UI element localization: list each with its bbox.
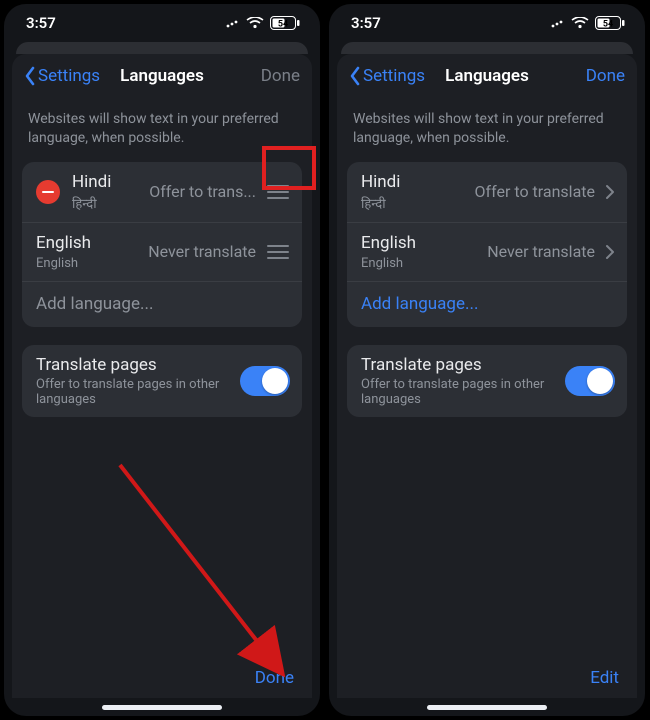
language-native: English: [361, 256, 487, 271]
status-time: 3:57: [351, 14, 381, 32]
language-row[interactable]: Hindi हिन्दी Offer to trans...: [22, 162, 302, 222]
translate-sub: Offer to translate pages in other langua…: [361, 377, 565, 407]
sheet-underlay: [16, 42, 308, 54]
status-icons: 54: [226, 16, 300, 30]
language-native: हिन्दी: [72, 194, 149, 212]
status-icons: 54: [551, 16, 625, 30]
section-hint: Websites will show text in your preferre…: [337, 98, 637, 162]
translate-group: Translate pages Offer to translate pages…: [347, 345, 627, 417]
language-setting: Never translate: [148, 242, 256, 261]
navbar: Settings Languages Done: [337, 54, 637, 98]
language-row[interactable]: English English Never translate: [347, 222, 627, 280]
toolbar-edit-button[interactable]: Edit: [590, 668, 619, 688]
battery-icon: 54: [270, 16, 300, 30]
chevron-right-icon: [605, 184, 615, 200]
signal-icon: [551, 18, 565, 28]
language-setting: Never translate: [487, 242, 595, 261]
language-native: हिन्दी: [361, 194, 475, 212]
add-language-row[interactable]: Add language...: [22, 281, 302, 327]
translate-pages-row: Translate pages Offer to translate pages…: [22, 345, 302, 417]
signal-icon: [226, 18, 240, 28]
wifi-icon: [571, 17, 589, 29]
toolbar-done-button[interactable]: Done: [255, 668, 294, 688]
language-name: English: [361, 233, 487, 253]
add-language-label: Add language...: [36, 294, 290, 314]
battery-icon: 54: [595, 16, 625, 30]
back-label: Settings: [38, 66, 100, 86]
translate-title: Translate pages: [361, 355, 565, 375]
chevron-left-icon: [24, 66, 36, 86]
translate-title: Translate pages: [36, 355, 240, 375]
back-button[interactable]: Settings: [349, 66, 425, 86]
navbar: Settings Languages Done: [12, 54, 312, 98]
reorder-icon[interactable]: [266, 185, 290, 199]
home-indicator: [427, 705, 547, 710]
language-setting: Offer to trans...: [149, 182, 256, 201]
svg-text:54: 54: [603, 20, 613, 30]
language-name: Hindi: [72, 172, 149, 192]
delete-icon[interactable]: [36, 180, 60, 204]
language-setting: Offer to translate: [475, 182, 595, 201]
wifi-icon: [246, 17, 264, 29]
chevron-right-icon: [605, 244, 615, 260]
language-name: English: [36, 233, 148, 253]
translate-pages-row: Translate pages Offer to translate pages…: [347, 345, 627, 417]
language-native: English: [36, 256, 148, 271]
done-button-top[interactable]: Done: [261, 66, 300, 86]
back-button[interactable]: Settings: [24, 66, 100, 86]
languages-group: Hindi हिन्दी Offer to trans... English E…: [22, 162, 302, 327]
language-row[interactable]: Hindi हिन्दी Offer to translate: [347, 162, 627, 222]
add-language-label: Add language...: [361, 294, 615, 314]
section-hint: Websites will show text in your preferre…: [12, 98, 312, 162]
translate-sub: Offer to translate pages in other langua…: [36, 377, 240, 407]
translate-toggle[interactable]: [240, 366, 290, 396]
home-indicator: [102, 705, 222, 710]
status-time: 3:57: [26, 14, 56, 32]
back-label: Settings: [363, 66, 425, 86]
add-language-row[interactable]: Add language...: [347, 281, 627, 327]
reorder-icon[interactable]: [266, 245, 290, 259]
language-row[interactable]: English English Never translate: [22, 222, 302, 280]
svg-text:54: 54: [278, 20, 288, 30]
languages-group: Hindi हिन्दी Offer to translate English …: [347, 162, 627, 327]
sheet-underlay: [341, 42, 633, 54]
translate-toggle[interactable]: [565, 366, 615, 396]
bottom-toolbar: Edit: [337, 658, 637, 698]
language-name: Hindi: [361, 172, 475, 192]
bottom-toolbar: Done: [12, 658, 312, 698]
done-button-top[interactable]: Done: [586, 66, 625, 86]
translate-group: Translate pages Offer to translate pages…: [22, 345, 302, 417]
chevron-left-icon: [349, 66, 361, 86]
